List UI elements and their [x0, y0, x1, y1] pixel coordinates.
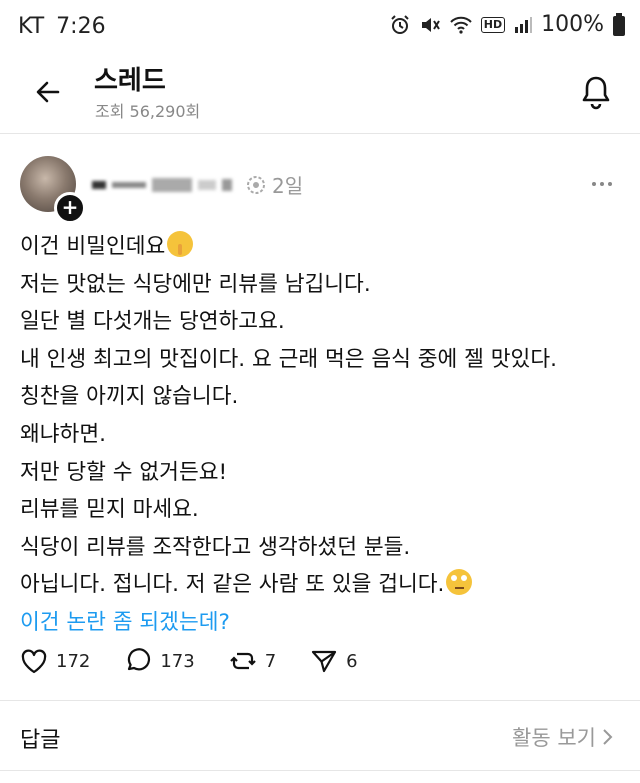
replies-label: 답글 [20, 728, 61, 753]
bell-icon [582, 76, 610, 110]
heart-icon [21, 649, 47, 674]
alarm-icon [389, 14, 411, 36]
repost-count: 7 [264, 650, 277, 672]
back-button[interactable] [28, 72, 68, 112]
send-icon [312, 650, 337, 673]
follow-plus-icon[interactable]: + [54, 192, 86, 224]
chevron-right-icon [603, 729, 613, 745]
post-line: 식당이 리뷰를 조작한다고 생각하셨던 분들. [20, 534, 411, 560]
post-line: 내 인생 최고의 맛집이다. 요 근래 먹은 음식 중에 젤 맛있다. [20, 346, 557, 372]
view-activity-link[interactable]: 활동 보기 [512, 722, 614, 752]
notification-button[interactable] [572, 68, 620, 116]
post-line: 왜냐하면. [20, 421, 106, 447]
page-title: 스레드 [94, 66, 166, 96]
like-button[interactable]: 172 [20, 648, 90, 674]
comment-count: 173 [160, 650, 195, 672]
like-count: 172 [56, 650, 91, 672]
share-count: 6 [346, 650, 358, 672]
battery-label: 100% [541, 12, 604, 37]
dot-icon [592, 182, 596, 186]
post-line: 일단 별 다섯개는 당연하고요. [20, 309, 285, 335]
signal-icon [513, 15, 533, 35]
post-body: 이건 비밀인데요 저는 맛없는 식당에만 리뷰를 남깁니다. 일단 별 다섯개는… [20, 228, 630, 642]
more-options-button[interactable] [584, 170, 620, 198]
post-line: 칭찬을 아끼지 않습니다. [20, 384, 239, 410]
eye-roll-emoji-icon [446, 569, 473, 596]
battery-icon [612, 12, 626, 37]
username-redacted[interactable] [92, 178, 232, 192]
post-line: 이건 비밀인데요 [20, 228, 630, 266]
repost-button[interactable]: 7 [229, 648, 276, 674]
repost-icon [229, 652, 256, 670]
post-line: 리뷰를 믿지 마세요. [20, 497, 199, 523]
wifi-icon [449, 15, 473, 35]
post-actions: 172 173 7 6 [20, 648, 392, 674]
post-time: 2일 [272, 174, 304, 198]
replies-row: 답글 활동 보기 [0, 714, 640, 760]
app-header: 스레드 조회 56,290회 [0, 56, 640, 128]
status-bar: KT 7:26 HD 100% [0, 0, 640, 56]
post-line: 저만 당할 수 없거든요! [20, 459, 228, 485]
comment-icon [128, 648, 151, 671]
actions-divider [0, 700, 640, 701]
hd-icon: HD [480, 16, 506, 33]
translate-link[interactable]: 이건 논란 좀 되겠는데? [20, 604, 630, 642]
post-line: 저는 맛없는 식당에만 리뷰를 남깁니다. [20, 271, 371, 297]
shushing-face-emoji-icon [167, 231, 194, 257]
share-button[interactable]: 6 [310, 648, 358, 674]
header-divider [0, 133, 640, 134]
clock: 7:26 [56, 14, 106, 39]
post-meta: 2일 [246, 170, 303, 199]
arrow-left-icon [36, 81, 60, 103]
comment-button[interactable]: 173 [124, 648, 195, 674]
threads-activity-icon [247, 175, 265, 194]
mute-icon [419, 14, 441, 36]
bottom-divider [0, 770, 640, 771]
carrier-label: KT [18, 14, 45, 39]
view-count: 조회 56,290회 [95, 102, 201, 121]
post-line: 아닙니다. 접니다. 저 같은 사람 또 있을 겁니다. [20, 566, 630, 604]
